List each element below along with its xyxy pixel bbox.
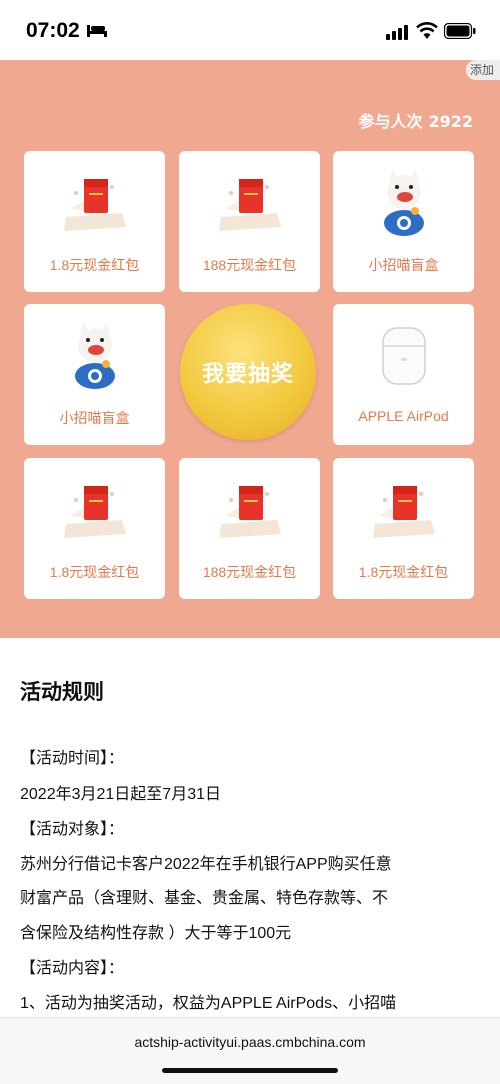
rules-title: 活动规则: [20, 680, 104, 704]
add-tab[interactable]: 添加: [466, 60, 500, 80]
prize-label: 1.8元现金红包: [49, 257, 140, 273]
red-envelope-icon: [60, 474, 130, 546]
prize-label: 1.8元现金红包: [358, 564, 449, 580]
status-bar: 07:02: [0, 0, 500, 60]
status-time: 07:02: [26, 19, 80, 42]
red-envelope-icon: [215, 167, 285, 239]
home-indicator[interactable]: [162, 1068, 338, 1073]
rule-line: 【活动内容】：: [20, 960, 125, 977]
prize-card: 188元现金红包: [179, 151, 320, 292]
participants-label: 参与人次: [358, 112, 423, 131]
prize-card: 1.8元现金红包: [24, 151, 165, 292]
red-envelope-icon: [60, 167, 130, 239]
cellular-signal-icon: [386, 25, 408, 40]
rule-line: 【活动对象】：: [20, 821, 125, 838]
prize-card: 188元现金红包: [179, 458, 320, 599]
rule-line: 苏州分行借记卡客户2022年在手机银行APP购买任意: [20, 856, 392, 873]
draw-button-label: 我要抽奖: [201, 362, 294, 387]
rule-line: 【活动时间】：: [20, 750, 125, 767]
prize-label: 小招喵盲盒: [368, 257, 439, 273]
participants-count: 参与人次 2922: [358, 108, 473, 132]
rule-line: 2022年3月21日起至7月31日: [20, 786, 221, 803]
draw-button[interactable]: 我要抽奖: [180, 304, 316, 440]
prize-card: 1.8元现金红包: [333, 458, 474, 599]
rule-line: 含保险及结构性存款 ）大于等于100元: [20, 925, 292, 942]
red-envelope-icon: [369, 474, 439, 546]
cat-figurine-icon: [60, 320, 130, 392]
rule-line: 1、活动为抽奖活动，权益为APPLE AirPods、小招喵: [20, 995, 397, 1012]
prize-card: 小招喵盲盒: [333, 151, 474, 292]
prize-label: 188元现金红包: [202, 257, 297, 273]
rule-line: 财富产品（含理财、基金、贵金属、特色存款等、不: [20, 890, 389, 907]
lottery-panel: 添加 参与人次 2922 1.8元现金红包 188元现金红包 小招喵盲盒 小招喵盲…: [0, 60, 500, 638]
browser-address-bar[interactable]: actship-activityui.paas.cmbchina.com: [0, 1017, 500, 1084]
bed-icon: [87, 25, 107, 37]
prize-label: 188元现金红包: [202, 564, 297, 580]
url-text[interactable]: actship-activityui.paas.cmbchina.com: [0, 1034, 500, 1050]
prize-label: APPLE AirPod: [358, 408, 449, 424]
prize-label: 1.8元现金红包: [49, 564, 140, 580]
participants-number: 2922: [428, 112, 473, 131]
prize-card: 1.8元现金红包: [24, 458, 165, 599]
prize-card: APPLE AirPod: [333, 304, 474, 445]
prize-label: 小招喵盲盒: [59, 410, 130, 426]
prize-card: 小招喵盲盒: [24, 304, 165, 445]
red-envelope-icon: [215, 474, 285, 546]
cat-figurine-icon: [369, 167, 439, 239]
wifi-icon: [416, 22, 438, 39]
airpods-icon: [369, 320, 439, 392]
battery-icon: [444, 23, 476, 39]
